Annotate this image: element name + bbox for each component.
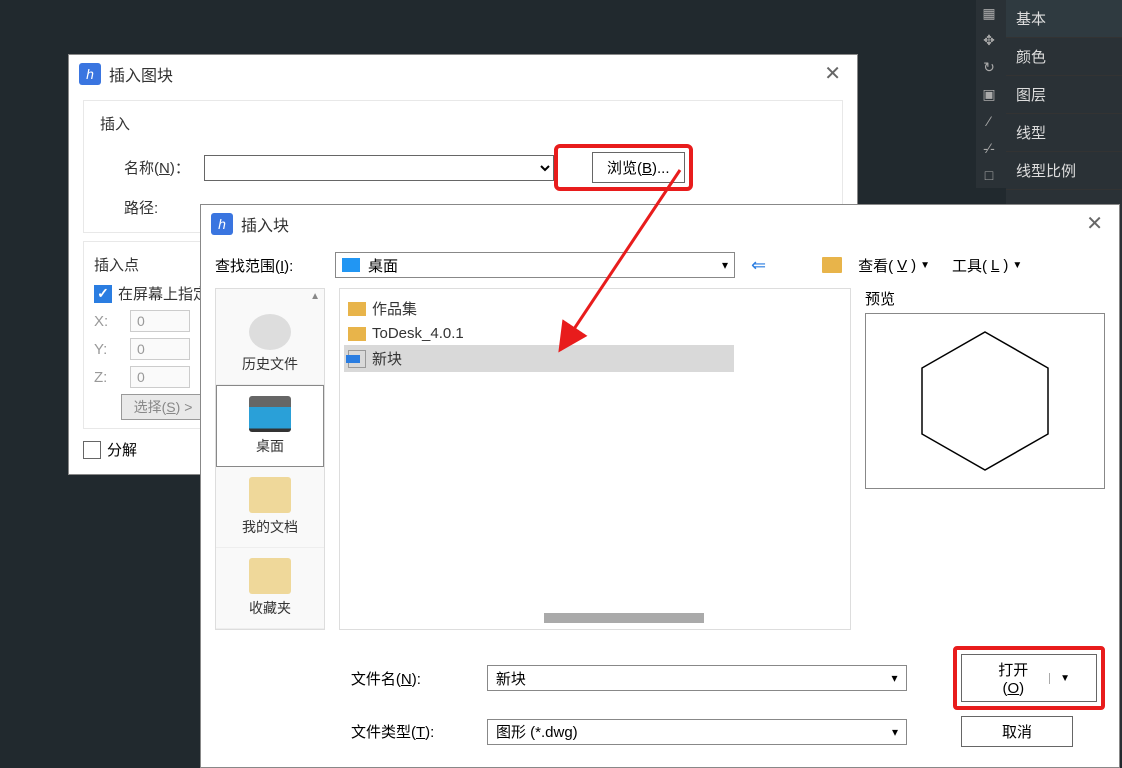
folder-icon <box>249 477 291 513</box>
desktop-icon <box>249 396 291 432</box>
list-item[interactable]: ToDesk_4.0.1 <box>344 322 846 345</box>
panel-item-linetype[interactable]: 线型 <box>1006 114 1122 152</box>
dash-icon[interactable]: -⁄- <box>976 135 1002 161</box>
folder-icon <box>822 257 842 273</box>
preview-hexagon <box>905 326 1065 476</box>
select-point-button[interactable]: 选择(S) > <box>121 394 206 420</box>
filename-label: 文件名(N): <box>351 668 471 689</box>
preview-pane: 预览 <box>865 288 1105 630</box>
chevron-down-icon: ▾ <box>892 725 898 739</box>
browse-button[interactable]: 浏览(B)... <box>592 152 685 183</box>
view-menu[interactable]: 查看(V) ▼ <box>852 253 936 278</box>
tools-menu[interactable]: 工具(L) ▼ <box>946 253 1028 278</box>
onscreen-checkbox[interactable]: ✓ <box>94 285 112 303</box>
list-item[interactable]: 作品集 <box>344 295 846 322</box>
dwg-icon <box>348 350 366 368</box>
chevron-down-icon: ▾ <box>891 671 897 685</box>
dialog2-titlebar[interactable]: h 插入块 ✕ <box>201 205 1119 242</box>
x-input[interactable] <box>130 310 190 332</box>
filetype-label: 文件类型(T): <box>351 721 471 742</box>
filename-select[interactable]: 新块 ▾ <box>487 665 907 691</box>
onscreen-label: 在屏幕上指定 <box>118 283 208 304</box>
scrollbar[interactable] <box>544 613 704 623</box>
path-label: 路径: <box>94 197 204 218</box>
insert-label: 插入 <box>94 109 832 138</box>
filetype-select[interactable]: 图形 (*.dwg) ▾ <box>487 719 907 745</box>
z-input[interactable] <box>130 366 190 388</box>
places-desktop[interactable]: 桌面 <box>216 385 324 467</box>
cancel-button[interactable]: 取消 <box>961 716 1073 747</box>
open-highlight: 打开(O) ▼ <box>953 646 1105 710</box>
browse-highlight: 浏览(B)... <box>554 144 693 191</box>
name-label: 名称(N)： <box>94 157 204 178</box>
panel-item-color[interactable]: 颜色 <box>1006 38 1122 76</box>
block-name-select[interactable] <box>204 155 554 181</box>
dialog1-titlebar[interactable]: h 插入图块 ✕ <box>69 55 857 92</box>
folder-icon <box>249 558 291 594</box>
chevron-down-icon: ▼ <box>920 260 930 271</box>
places-history[interactable]: 历史文件 <box>216 304 324 385</box>
places-mydocs[interactable]: 我的文档 <box>216 467 324 548</box>
lookin-label: 查找范围(I): <box>215 255 325 276</box>
file-open-dialog: h 插入块 ✕ 查找范围(I): 桌面 ▾ ⇐ 查看(V) ▼ 工具(L) ▼ <box>200 204 1120 768</box>
slash-icon[interactable]: ⁄ <box>976 108 1002 134</box>
chevron-down-icon: ▼ <box>1012 260 1022 271</box>
box-icon[interactable]: □ <box>976 162 1002 188</box>
z-label: Z: <box>94 369 122 386</box>
decompose-label: 分解 <box>107 439 137 460</box>
panel-item-layer[interactable]: 图层 <box>1006 76 1122 114</box>
move-icon[interactable]: ✥ <box>976 27 1002 53</box>
places-favorites[interactable]: 收藏夹 <box>216 548 324 629</box>
places-sidebar: ▲ 历史文件 桌面 我的文档 收藏夹 <box>215 288 325 630</box>
y-input[interactable] <box>130 338 190 360</box>
vertical-toolbar: ▦ ✥ ↻ ▣ ⁄ -⁄- □ <box>976 0 1006 188</box>
close-icon[interactable]: ✕ <box>1080 211 1109 236</box>
dialog2-title: 插入块 <box>241 212 289 236</box>
panel-item-linescale[interactable]: 线型比例 <box>1006 152 1122 190</box>
app-icon: h <box>211 213 233 235</box>
chevron-down-icon: ▾ <box>722 258 728 272</box>
list-item-selected[interactable]: 新块 <box>344 345 734 372</box>
export-icon[interactable]: ▣ <box>976 81 1002 107</box>
chevron-down-icon[interactable]: ▼ <box>1049 673 1070 684</box>
grid-icon[interactable]: ▦ <box>976 0 1002 26</box>
rotate-icon[interactable]: ↻ <box>976 54 1002 80</box>
file-list[interactable]: 作品集 ToDesk_4.0.1 新块 <box>339 288 851 630</box>
dialog1-title: 插入图块 <box>109 62 173 86</box>
y-label: Y: <box>94 341 122 358</box>
x-label: X: <box>94 313 122 330</box>
app-icon: h <box>79 63 101 85</box>
close-icon[interactable]: ✕ <box>818 61 847 86</box>
panel-header[interactable]: 基本 <box>1006 0 1122 38</box>
folder-icon <box>348 302 366 316</box>
decompose-checkbox[interactable] <box>83 441 101 459</box>
lookin-select[interactable]: 桌面 ▾ <box>335 252 735 278</box>
open-button[interactable]: 打开(O) ▼ <box>961 654 1097 702</box>
back-icon[interactable]: ⇐ <box>745 255 772 276</box>
preview-box <box>865 313 1105 489</box>
desktop-icon <box>342 258 360 272</box>
preview-label: 预览 <box>865 288 1105 309</box>
folder-icon <box>348 327 366 341</box>
history-icon <box>249 314 291 350</box>
